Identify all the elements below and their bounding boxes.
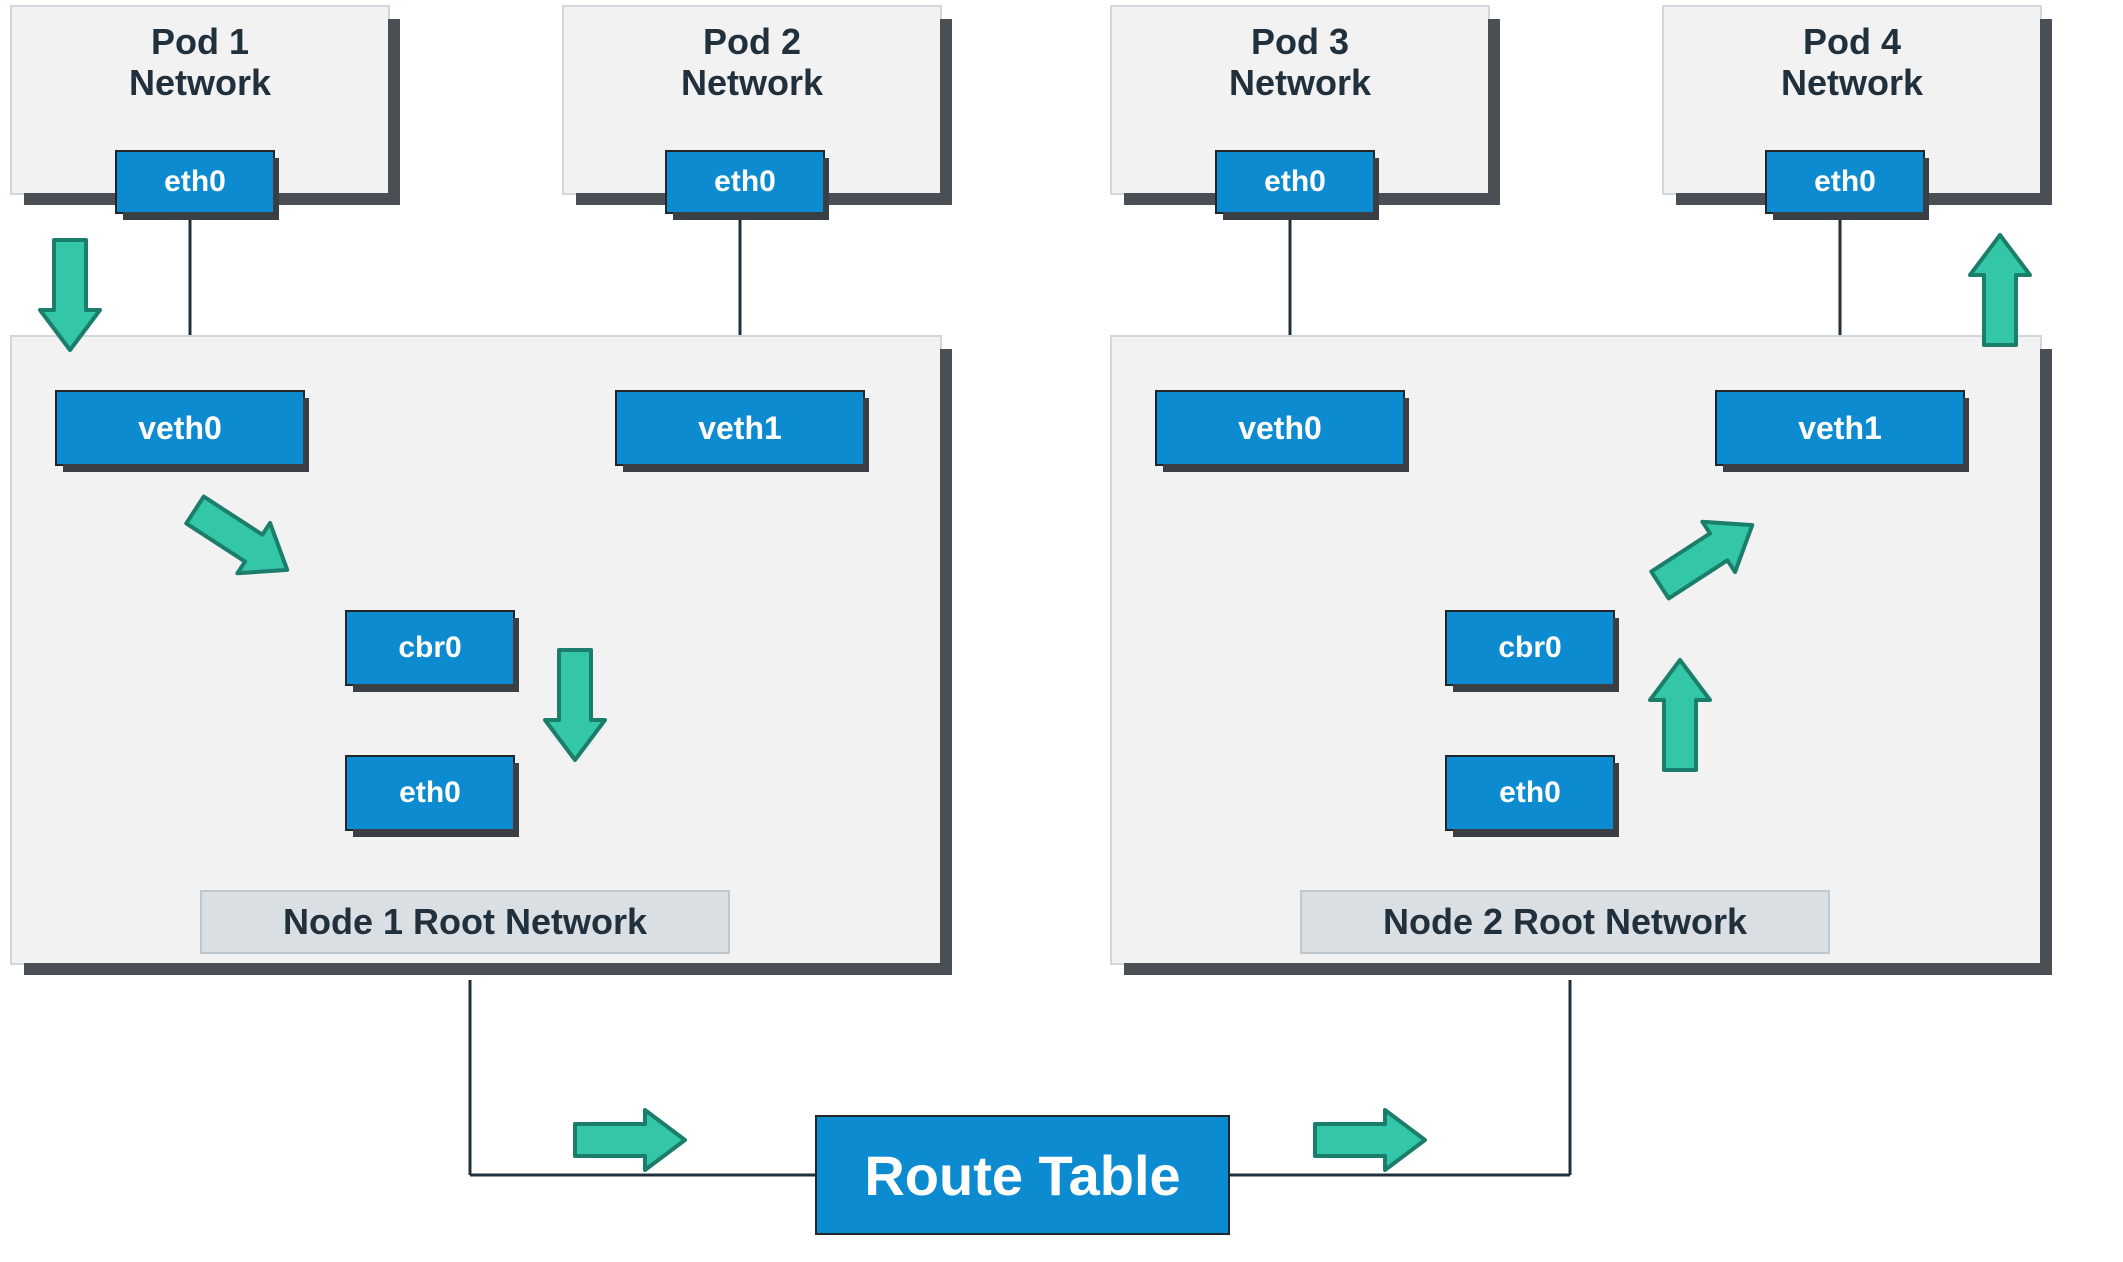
route-table-label: Route Table: [864, 1143, 1180, 1208]
node1-veth0: veth0: [55, 390, 305, 466]
node1-veth1: veth1: [615, 390, 865, 466]
pod3-title-l1: Pod 3: [1251, 21, 1349, 62]
pod4-title: Pod 4 Network: [1664, 21, 2040, 104]
pod1-title: Pod 1 Network: [12, 21, 388, 104]
pod2-title: Pod 2 Network: [564, 21, 940, 104]
pod2-title-l2: Network: [681, 62, 823, 103]
arrow-pod1-to-veth0: [40, 240, 100, 350]
arrow-veth1-to-pod4: [1970, 235, 2030, 345]
pod3-eth0-label: eth0: [1264, 165, 1326, 199]
node2-veth1-label: veth1: [1798, 410, 1882, 447]
pod4-eth0: eth0: [1765, 150, 1925, 214]
pod3-title-l2: Network: [1229, 62, 1371, 103]
node2-veth1: veth1: [1715, 390, 1965, 466]
node2-cbr0: cbr0: [1445, 610, 1615, 686]
node1-eth0: eth0: [345, 755, 515, 831]
diagram-canvas: Pod 1 Network Pod 2 Network Pod 3 Networ…: [0, 0, 2123, 1262]
node2-veth0: veth0: [1155, 390, 1405, 466]
node1-cbr0: cbr0: [345, 610, 515, 686]
arrow-node1-to-route: [575, 1110, 685, 1170]
pod1-eth0: eth0: [115, 150, 275, 214]
node1-eth0-label: eth0: [399, 776, 461, 810]
node1-cbr0-label: cbr0: [398, 631, 461, 665]
pod4-title-l2: Network: [1781, 62, 1923, 103]
pod1-title-l1: Pod 1: [151, 21, 249, 62]
pod2-eth0-label: eth0: [714, 165, 776, 199]
pod3-eth0: eth0: [1215, 150, 1375, 214]
arrow-route-to-node2: [1315, 1110, 1425, 1170]
pod1-title-l2: Network: [129, 62, 271, 103]
node1-veth0-label: veth0: [138, 410, 222, 447]
pod2-title-l1: Pod 2: [703, 21, 801, 62]
node2-eth0-label: eth0: [1499, 776, 1561, 810]
pod1-eth0-label: eth0: [164, 165, 226, 199]
node1-veth1-label: veth1: [698, 410, 782, 447]
pod3-title: Pod 3 Network: [1112, 21, 1488, 104]
node1-label: Node 1 Root Network: [283, 901, 647, 943]
pod2-eth0: eth0: [665, 150, 825, 214]
node2-cbr0-label: cbr0: [1498, 631, 1561, 665]
node2-veth0-label: veth0: [1238, 410, 1322, 447]
node1-label-bar: Node 1 Root Network: [200, 890, 730, 954]
node2-label-bar: Node 2 Root Network: [1300, 890, 1830, 954]
pod4-title-l1: Pod 4: [1803, 21, 1901, 62]
node2-eth0: eth0: [1445, 755, 1615, 831]
route-table: Route Table: [815, 1115, 1230, 1235]
node2-label: Node 2 Root Network: [1383, 901, 1747, 943]
pod4-eth0-label: eth0: [1814, 165, 1876, 199]
